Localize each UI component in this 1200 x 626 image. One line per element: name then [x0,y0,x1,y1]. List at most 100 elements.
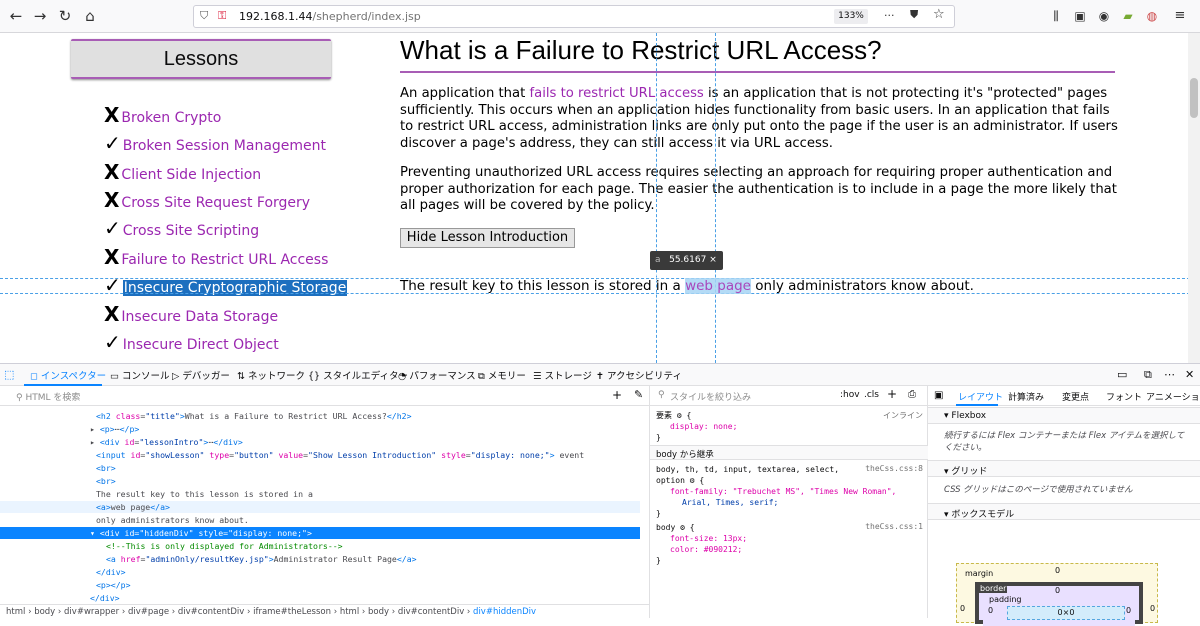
lesson-label[interactable]: Cross Site Scripting [123,223,259,239]
markup-line[interactable]: The result key to this lesson is stored … [0,488,640,500]
hide-lesson-intro-button[interactable]: Hide Lesson Introduction [400,228,575,248]
lesson-item-failure-to-restrict[interactable]: X Failure to Restrict URL Access [104,245,328,269]
html-search-input[interactable]: ⚲ HTML を検索 [0,386,650,406]
lesson-label[interactable]: Insecure Direct Object [123,337,279,353]
tab-network[interactable]: ⇅ ネットワーク [237,368,305,382]
tab-fonts[interactable]: フォント [1106,390,1142,403]
crumb[interactable]: div#contentDiv [178,607,244,617]
tab-debugger[interactable]: ▷ デバッガー [172,368,230,382]
crumb[interactable]: div#contentDiv [398,607,464,617]
lesson-item-client-side-injection[interactable]: X Client Side Injection [104,160,261,184]
zoom-indicator[interactable]: 133% [834,9,868,24]
lesson-item-xss[interactable]: ✓ Cross Site Scripting [104,216,259,240]
crumb[interactable]: div#wrapper [64,607,119,617]
rule-decl[interactable]: font-family: "Trebuchet MS", "Times New … [670,486,896,497]
crumb[interactable]: iframe#theLesson [253,607,331,617]
tab-memory[interactable]: ⧉ メモリー [478,368,526,382]
shield-icon[interactable]: ⛉ [200,9,208,23]
markup-line[interactable]: </div> [0,592,640,604]
reload-icon[interactable]: ↻ [55,6,75,26]
styles-filter[interactable]: ⚲ スタイルを絞り込み :hov .cls + ⎙ [650,386,928,406]
lessons-button[interactable]: Lessons [71,39,331,79]
eyedropper-icon[interactable]: ✎ [634,388,643,401]
close-icon[interactable]: ✕ [1185,368,1194,381]
scrollbar-thumb[interactable] [1190,78,1198,118]
pocket-icon[interactable]: ⛊ [910,8,918,22]
lesson-item-insecure-data-storage[interactable]: X Insecure Data Storage [104,302,278,326]
page-scrollbar[interactable] [1188,33,1200,363]
markup-line[interactable]: <a>web page</a> [0,501,640,513]
flexbox-section[interactable]: ▾ Flexbox [928,407,1200,424]
crumb[interactable]: html [6,607,25,617]
forward-icon[interactable]: → [30,6,50,26]
grid-section[interactable]: ▾ グリッド [928,460,1200,477]
markup-line[interactable]: <input id="showLesson" type="button" val… [0,449,640,461]
markup-line-selected[interactable]: ▾ <div id="hiddenDiv" style="display: no… [0,527,640,539]
crumb[interactable]: div#page [128,607,169,617]
home-icon[interactable]: ⌂ [80,6,100,26]
menu-icon[interactable]: ≡ [1170,6,1190,26]
lesson-item-csrf[interactable]: X Cross Site Request Forgery [104,188,310,212]
tab-accessibility[interactable]: ✝ アクセシビリティ [596,368,682,382]
tab-layout[interactable]: レイアウト [958,390,1003,403]
lesson-item-broken-session[interactable]: ✓ Broken Session Management [104,131,326,155]
lesson-label[interactable]: Broken Session Management [123,138,326,154]
extension-icon[interactable]: ◍ [1142,6,1162,26]
crumb[interactable]: div#hiddenDiv [473,607,536,617]
markup-line[interactable]: ▸ <div id="lessonIntro">⋯</div> [0,436,640,448]
crumb[interactable]: body [368,607,389,617]
print-icon[interactable]: ⎙ [908,389,916,400]
rule-decl[interactable]: font-size: 13px; [670,533,747,544]
hov-button[interactable]: :hov [840,390,860,400]
sidebar-toggle-icon[interactable]: ▣ [934,390,943,401]
markup-line[interactable]: <br> [0,475,640,487]
pick-element-icon[interactable]: ⬚ [4,368,14,381]
page-actions-icon[interactable]: ··· [884,9,895,22]
tab-style-editor[interactable]: {} スタイルエディター [308,368,408,382]
add-node-icon[interactable]: + [612,388,622,402]
rule-decl[interactable]: color: #090212; [670,544,742,555]
lesson-label[interactable]: Failure to Restrict URL Access [121,252,328,268]
bookmark-star-icon[interactable]: ☆ [933,7,945,22]
tab-storage[interactable]: ☰ ストレージ [533,368,592,382]
url-text[interactable]: 192.168.1.44/shepherd/index.jsp [239,10,421,23]
markup-line[interactable]: <p></p> [0,579,640,591]
styles-filter-placeholder[interactable]: スタイルを絞り込み [670,390,751,403]
lesson-item-insecure-direct-object[interactable]: ✓ Insecure Direct Object [104,330,279,354]
content-box[interactable]: 0×0 [1007,606,1125,620]
crumb[interactable]: html [340,607,359,617]
rule-source[interactable]: theCss.css:8 [865,464,923,473]
markup-line[interactable]: <a href="adminOnly/resultKey.jsp">Admini… [0,553,640,565]
markup-line[interactable]: ▸ <p>⋯</p> [0,423,640,435]
insecure-lock-icon[interactable]: ⚿ [218,9,226,23]
lesson-label[interactable]: Insecure Data Storage [121,309,278,325]
lesson-label[interactable]: Cross Site Request Forgery [121,195,310,211]
border-top-value[interactable]: 0 [1055,586,1060,595]
crumb[interactable]: body [34,607,55,617]
padding-right-value[interactable]: 0 [1126,606,1131,615]
web-page-link[interactable]: web page [685,278,751,294]
markup-line[interactable]: only administrators know about. [0,514,640,526]
proxy-extension-icon[interactable]: ▰ [1118,6,1138,26]
url-bar[interactable]: ⛉ ⚿ 192.168.1.44/shepherd/index.jsp 133%… [193,5,955,28]
rule-decl[interactable]: display: none; [670,421,737,432]
back-icon[interactable]: ← [6,6,26,26]
margin-top-value[interactable]: 0 [1055,566,1060,575]
rule-selector[interactable]: body ⚙ { [656,522,695,533]
responsive-icon[interactable]: ▭ [1117,368,1127,381]
margin-right-value[interactable]: 0 [1150,604,1155,613]
sidebar-icon[interactable]: ▣ [1070,6,1090,26]
more-options-icon[interactable]: ⋯ [1164,368,1175,381]
markup-line[interactable]: <h2 class="title">What is a Failure to R… [0,410,640,422]
rule-decl[interactable]: Arial, Times, serif; [682,497,778,508]
dock-icon[interactable]: ⧉ [1144,368,1152,382]
markup-line[interactable]: <br> [0,462,640,474]
rule-selector[interactable]: option ⚙ { [656,475,704,486]
cls-button[interactable]: .cls [864,390,879,400]
markup-line[interactable]: </div> [0,566,640,578]
lesson-label[interactable]: Client Side Injection [121,167,261,183]
padding-left-value[interactable]: 0 [988,606,993,615]
account-icon[interactable]: ◉ [1094,6,1114,26]
tab-changes[interactable]: 変更点 [1062,390,1089,403]
margin-left-value[interactable]: 0 [960,604,965,613]
